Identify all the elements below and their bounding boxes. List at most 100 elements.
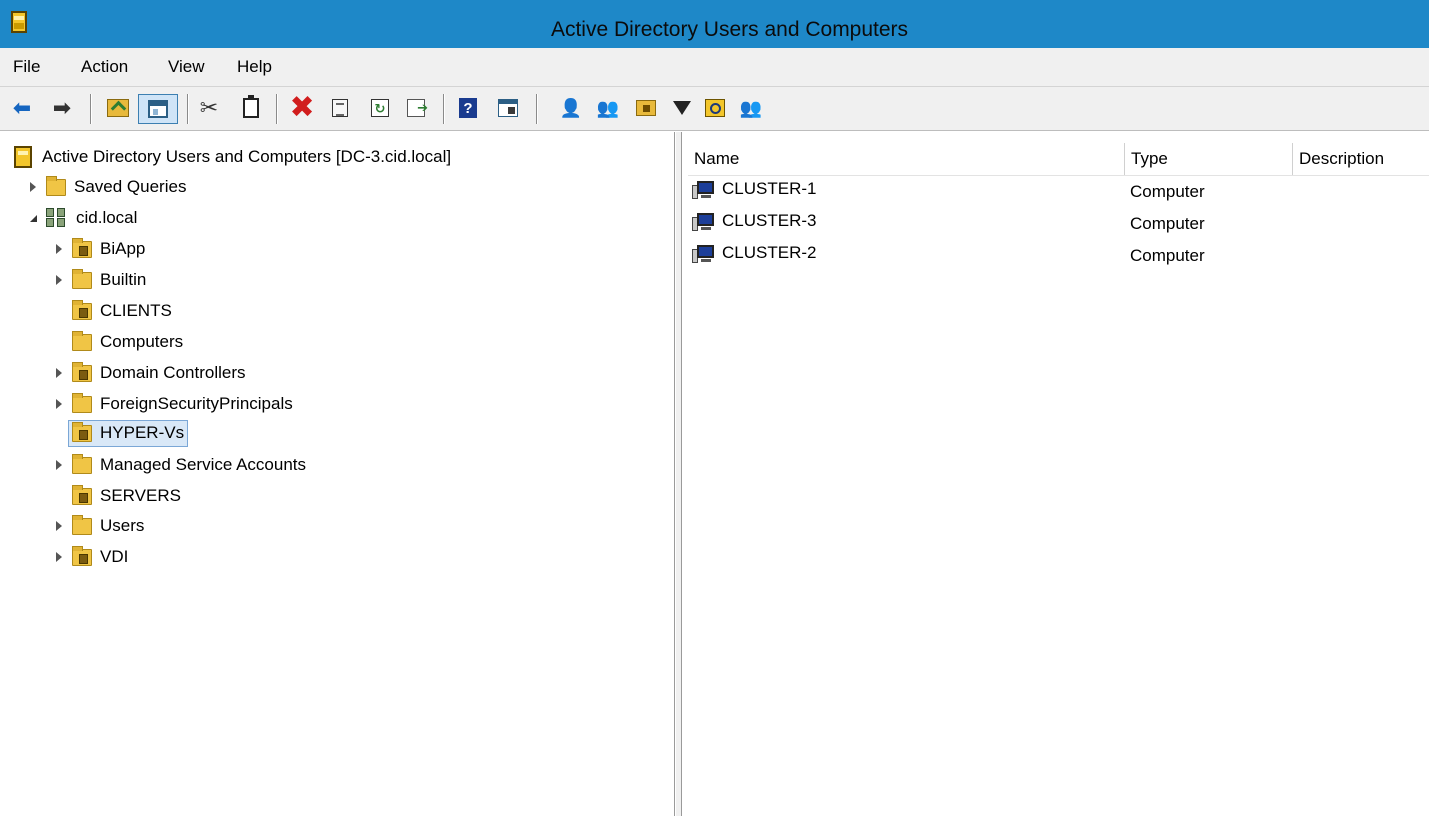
row-name: CLUSTER-3 xyxy=(722,211,817,230)
expand-icon[interactable] xyxy=(52,397,66,411)
console-root-icon xyxy=(14,146,32,168)
copy-icon[interactable] xyxy=(239,95,263,120)
expand-icon[interactable] xyxy=(52,273,66,287)
folder-icon xyxy=(72,268,92,289)
forward-icon[interactable]: ➡ xyxy=(50,96,74,120)
tree-item-label: Managed Service Accounts xyxy=(100,455,307,474)
tree-item-builtin[interactable]: Builtin xyxy=(52,267,146,293)
tree-root-label: Active Directory Users and Computers [DC… xyxy=(42,147,452,166)
window-title: Active Directory Users and Computers xyxy=(550,18,909,41)
tree-item-computers[interactable]: Computers xyxy=(52,329,183,355)
row-type: Computer xyxy=(1130,246,1205,265)
tree-item-foreign-security-principals[interactable]: ForeignSecurityPrincipals xyxy=(52,391,293,417)
help-icon[interactable]: ? xyxy=(456,96,480,120)
tree-item-users[interactable]: Users xyxy=(52,513,144,539)
toolbar-separator xyxy=(187,94,189,124)
list-row[interactable]: CLUSTER-3 Computer xyxy=(683,208,1429,236)
expand-icon[interactable] xyxy=(52,242,66,256)
tree-item-managed-service-accounts[interactable]: Managed Service Accounts xyxy=(52,452,306,478)
tree-item-domain-controllers[interactable]: Domain Controllers xyxy=(52,360,246,386)
computer-icon xyxy=(692,181,714,199)
toolbar-separator xyxy=(276,94,278,124)
tree-item-label: ForeignSecurityPrincipals xyxy=(100,394,293,413)
menu-view[interactable]: View xyxy=(166,57,207,77)
tree-item-saved-queries[interactable]: Saved Queries xyxy=(26,174,186,200)
no-expand-spacer xyxy=(52,335,66,349)
folder-icon xyxy=(72,514,92,535)
tree-item-domain[interactable]: cid.local xyxy=(26,205,137,231)
column-header-type[interactable]: Type xyxy=(1125,143,1293,175)
tree-item-label: HYPER-Vs xyxy=(100,423,185,442)
expand-icon[interactable] xyxy=(26,180,40,194)
ou-folder-icon xyxy=(72,237,92,258)
ou-folder-icon xyxy=(72,361,92,382)
properties-icon[interactable] xyxy=(328,96,352,120)
find-objects-icon[interactable] xyxy=(703,96,727,120)
tree-item-clients[interactable]: CLIENTS xyxy=(52,298,172,324)
ou-folder-icon xyxy=(72,545,92,566)
row-name: CLUSTER-2 xyxy=(722,243,817,262)
tree-item-label: Computers xyxy=(100,332,184,351)
expand-icon[interactable] xyxy=(52,550,66,564)
tree-item-label: Saved Queries xyxy=(74,177,187,196)
delete-icon[interactable]: ✖ xyxy=(289,93,314,123)
expand-icon[interactable] xyxy=(52,458,66,472)
create-group-icon[interactable]: 👥 xyxy=(596,96,620,120)
toolbar-separator xyxy=(90,94,92,124)
folder-icon xyxy=(72,453,92,474)
menu-help[interactable]: Help xyxy=(235,57,274,77)
filter-icon[interactable] xyxy=(670,96,694,120)
cut-icon[interactable]: ✂ xyxy=(197,96,221,120)
no-expand-spacer xyxy=(52,426,66,440)
domain-icon xyxy=(46,208,68,228)
computer-icon xyxy=(692,213,714,231)
ou-folder-icon xyxy=(72,299,92,320)
up-one-level-icon[interactable] xyxy=(106,96,130,120)
row-type: Computer xyxy=(1130,182,1205,201)
title-bar: Active Directory Users and Computers xyxy=(0,0,1429,48)
folder-icon xyxy=(46,175,66,196)
column-header-description[interactable]: Description xyxy=(1293,143,1429,175)
tree-item-label: Builtin xyxy=(100,270,147,289)
tree-item-servers[interactable]: SERVERS xyxy=(52,483,181,509)
folder-icon xyxy=(72,392,92,413)
create-ou-icon[interactable] xyxy=(634,96,658,120)
tree-item-vdi[interactable]: VDI xyxy=(52,544,128,570)
menu-bar: File Action View Help xyxy=(0,48,1429,87)
tree-item-label: SERVERS xyxy=(100,486,181,505)
tree-root[interactable]: Active Directory Users and Computers [DC… xyxy=(14,144,451,170)
row-name: CLUSTER-1 xyxy=(722,179,817,198)
create-user-icon[interactable]: 👤 xyxy=(559,96,583,120)
tree-item-hyper-vs[interactable]: HYPER-Vs xyxy=(52,419,189,447)
list-row[interactable]: CLUSTER-2 Computer xyxy=(683,240,1429,268)
ou-folder-icon xyxy=(72,484,92,505)
tree-item-label: VDI xyxy=(100,547,129,566)
expand-icon[interactable] xyxy=(52,519,66,533)
export-list-icon[interactable] xyxy=(404,96,428,120)
tree-item-biapp[interactable]: BiApp xyxy=(52,236,145,262)
details-list[interactable]: Name Type Description CLUSTER-1 Computer… xyxy=(683,132,1429,816)
toolbar-separator xyxy=(536,94,538,124)
no-expand-spacer xyxy=(52,304,66,318)
show-hide-console-tree-icon[interactable] xyxy=(138,94,178,124)
column-header-name[interactable]: Name xyxy=(688,143,1125,175)
add-to-group-icon[interactable]: 👥 xyxy=(739,96,763,120)
tree-item-label: BiApp xyxy=(100,239,146,258)
toolbar-separator xyxy=(443,94,445,124)
collapse-icon[interactable] xyxy=(26,211,40,225)
row-type: Computer xyxy=(1130,214,1205,233)
show-hide-action-pane-icon[interactable] xyxy=(496,96,520,120)
menu-action[interactable]: Action xyxy=(79,57,130,77)
back-icon[interactable]: ⬅ xyxy=(10,96,34,120)
tree-item-label: Users xyxy=(100,516,145,535)
refresh-icon[interactable]: ↻ xyxy=(368,96,392,120)
ou-folder-icon xyxy=(72,421,92,442)
expand-icon[interactable] xyxy=(52,366,66,380)
console-tree[interactable]: Active Directory Users and Computers [DC… xyxy=(0,132,675,816)
tree-selection-highlight[interactable]: HYPER-Vs xyxy=(68,419,189,447)
toolbar: ⬅ ➡ ✂ ✖ ↻ ? 👤 👥 👥 xyxy=(0,87,1429,131)
menu-file[interactable]: File xyxy=(11,57,42,77)
no-expand-spacer xyxy=(52,489,66,503)
pane-splitter[interactable] xyxy=(676,132,682,816)
list-row[interactable]: CLUSTER-1 Computer xyxy=(683,176,1429,204)
